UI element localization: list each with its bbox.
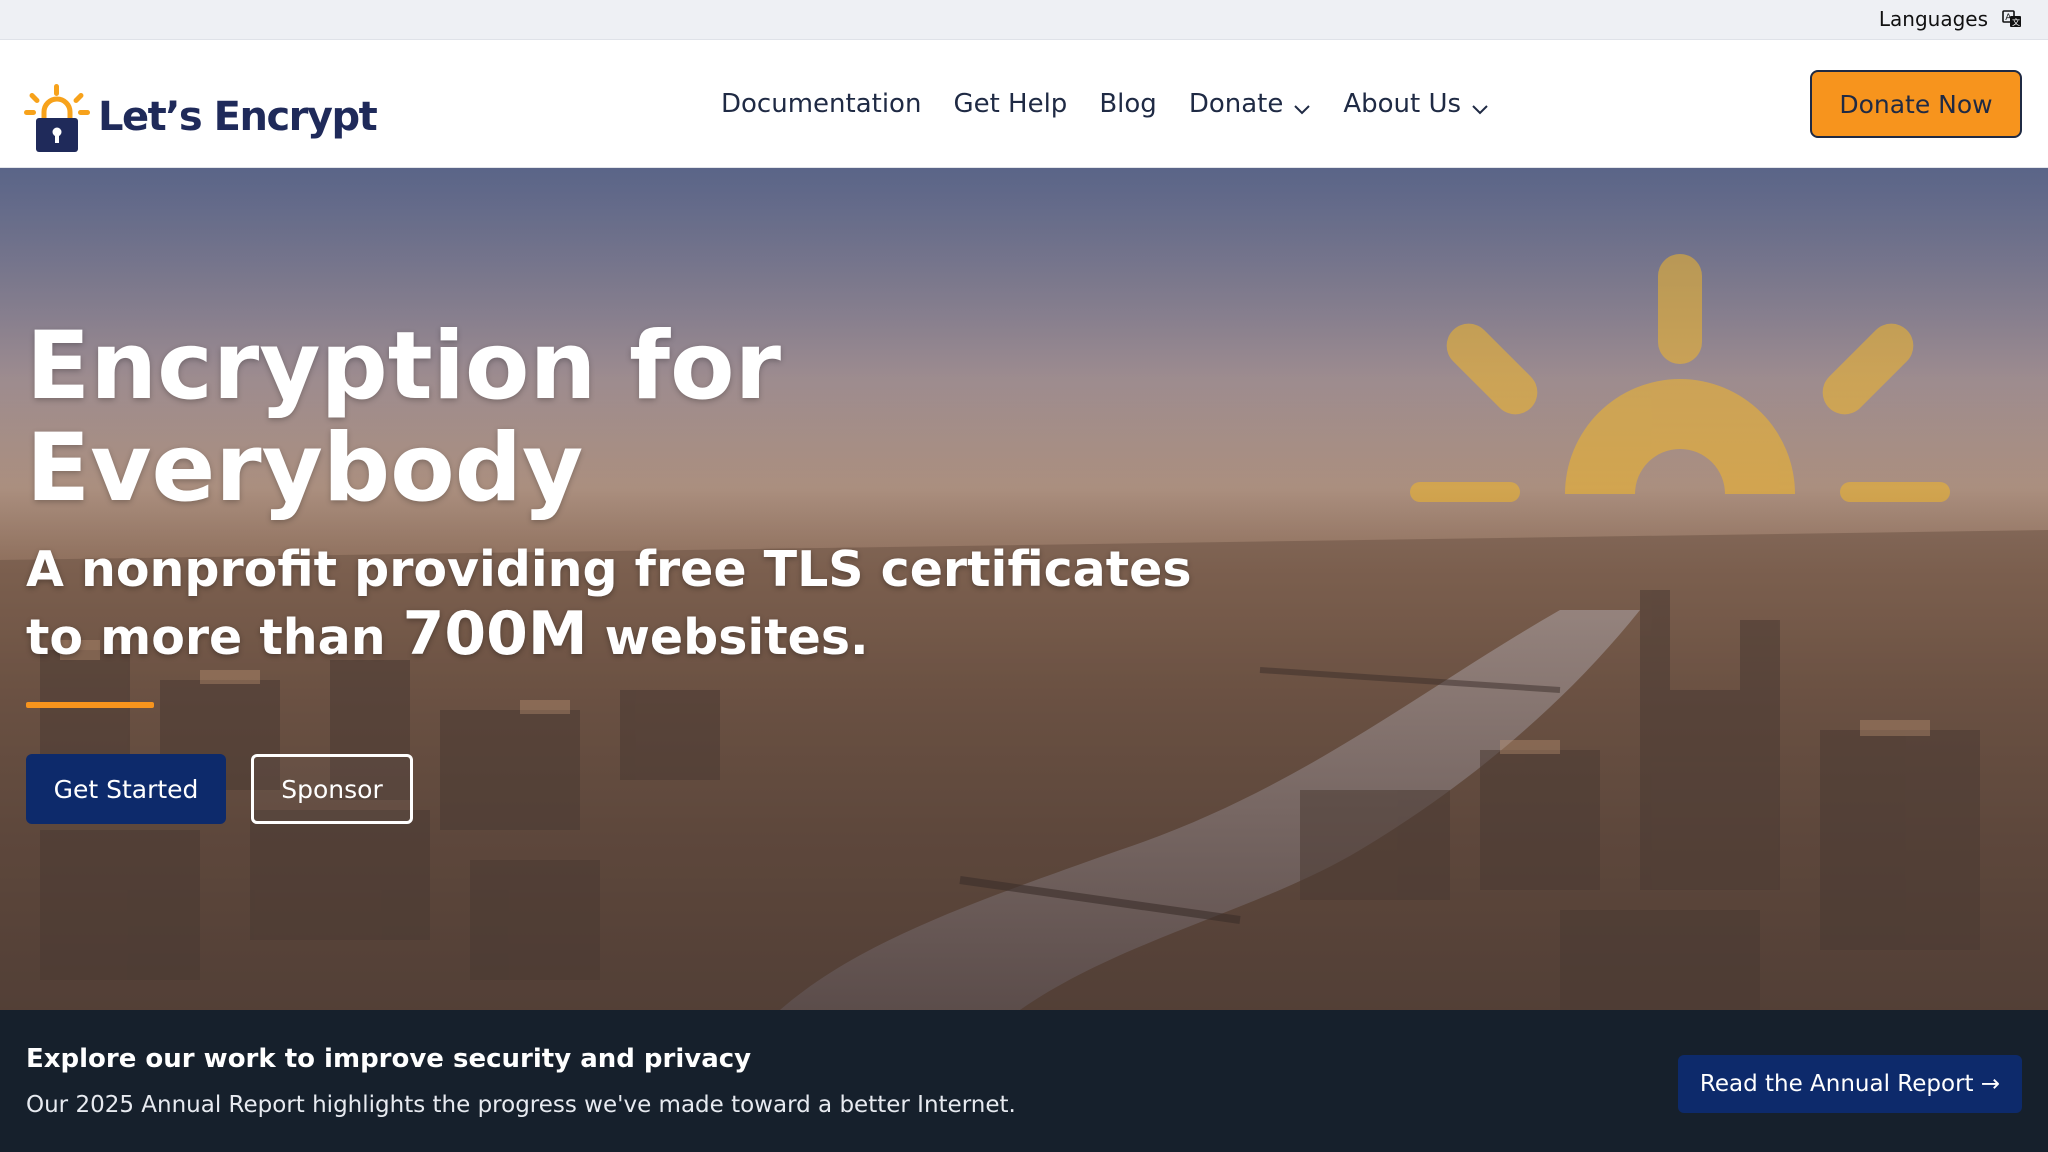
- hero-subtitle-highlight: 700M: [402, 599, 588, 669]
- nav-documentation[interactable]: Documentation: [721, 89, 921, 119]
- nav-get-help[interactable]: Get Help: [953, 89, 1067, 119]
- read-annual-report-button[interactable]: Read the Annual Report →: [1678, 1055, 2022, 1113]
- nav-blog[interactable]: Blog: [1099, 89, 1156, 119]
- hero-section: Encryption for Everybody A nonprofit pro…: [0, 168, 2048, 1010]
- hero-title-line2: Everybody: [26, 414, 584, 523]
- languages-bar: Languages A 文: [0, 0, 2048, 40]
- get-started-button[interactable]: Get Started: [26, 754, 226, 824]
- accent-divider: [26, 702, 154, 708]
- nav-about-us[interactable]: About Us: [1343, 89, 1489, 119]
- hero-subtitle: A nonprofit providing free TLS certifica…: [26, 538, 1226, 670]
- donate-now-button[interactable]: Donate Now: [1810, 70, 2022, 138]
- hero-title: Encryption for Everybody: [26, 316, 926, 520]
- hero-subtitle-part3: websites.: [587, 609, 869, 666]
- nav-donate[interactable]: Donate: [1189, 89, 1312, 119]
- padlock-sun-icon: [24, 84, 90, 152]
- sun-graphic: [1410, 254, 1950, 502]
- chevron-down-icon: [1293, 95, 1311, 115]
- chevron-down-icon: [1471, 95, 1489, 115]
- nav-label: Donate: [1188, 89, 1284, 119]
- sponsor-button[interactable]: Sponsor: [251, 754, 413, 824]
- hero-subtitle-part2: to more than: [26, 609, 403, 666]
- svg-text:文: 文: [2012, 17, 2020, 27]
- annual-report-banner: Explore our work to improve security and…: [0, 1010, 2048, 1152]
- logo-wordmark: Let’s Encrypt: [98, 94, 378, 140]
- banner-title: Explore our work to improve security and…: [26, 1044, 752, 1074]
- site-logo[interactable]: Let’s Encrypt: [24, 54, 378, 154]
- translate-icon: A 文: [2002, 9, 2022, 29]
- languages-link[interactable]: Languages A 文: [1879, 0, 2022, 38]
- hero-subtitle-part1: A nonprofit providing free TLS certifica…: [26, 541, 1192, 598]
- nav-label: Get Help: [953, 89, 1068, 119]
- nav-label: About Us: [1343, 89, 1462, 119]
- languages-label: Languages: [1878, 7, 1988, 31]
- nav-label: Blog: [1099, 89, 1157, 119]
- main-nav: Documentation Get Help Blog Donate About…: [721, 40, 1489, 168]
- site-header: Let’s Encrypt Documentation Get Help Blo…: [0, 40, 2048, 168]
- banner-text: Our 2025 Annual Report highlights the pr…: [26, 1092, 1016, 1118]
- nav-label: Documentation: [721, 89, 922, 119]
- hero-title-line1: Encryption for: [26, 312, 781, 421]
